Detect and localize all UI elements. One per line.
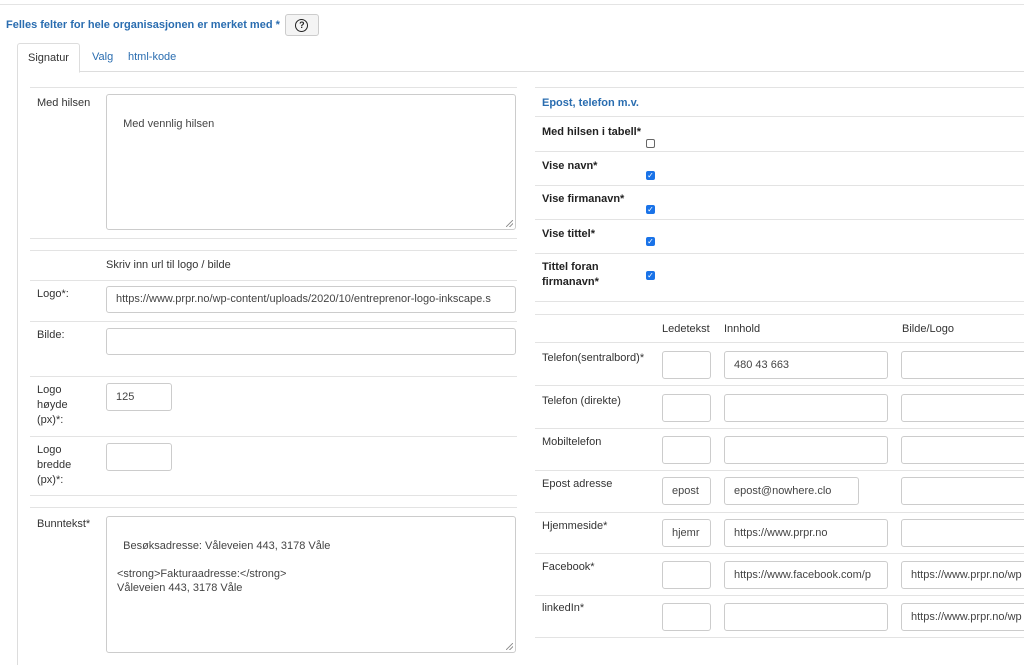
divider <box>30 321 517 322</box>
logo-height-input[interactable]: 125 <box>106 383 172 411</box>
image-label: Bilde: <box>37 329 65 341</box>
contact-prompt-input[interactable]: hjemr <box>662 519 711 547</box>
contact-image-input[interactable]: https://www.prpr.no/wp <box>901 561 1024 589</box>
divider <box>535 87 1024 88</box>
top-divider <box>0 4 1024 5</box>
logo-label: Logo*: <box>37 288 69 300</box>
greeting-value: Med vennlig hilsen <box>123 118 215 130</box>
option-label: Vise tittel* <box>542 228 595 240</box>
column-header-image: Bilde/Logo <box>902 323 954 335</box>
divider <box>30 280 517 281</box>
option-checkbox[interactable]: ✓ <box>646 237 655 246</box>
contact-content-input[interactable]: https://www.prpr.no <box>724 519 888 547</box>
divider <box>535 151 1024 152</box>
divider <box>30 507 517 508</box>
divider <box>535 512 1024 513</box>
question-icon: ? <box>295 18 309 32</box>
contact-content-input[interactable] <box>724 394 888 422</box>
contact-label: Epost adresse <box>542 478 613 490</box>
footer-textarea[interactable]: Besøksadresse: Våleveien 443, 3178 Våle … <box>106 516 516 653</box>
option-label: Vise firmanavn* <box>542 193 625 205</box>
divider <box>535 637 1024 638</box>
resize-grip-icon[interactable] <box>506 643 513 650</box>
panel-border <box>17 71 18 665</box>
contact-label: Mobiltelefon <box>542 436 602 448</box>
option-label: Tittel foran firmanavn* <box>542 261 599 288</box>
logo-url-input[interactable]: https://www.prpr.no/wp-content/uploads/2… <box>106 286 516 313</box>
logo-height-label: Logo høyde (px)*: <box>37 384 68 426</box>
option-checkbox[interactable]: ✓ <box>646 271 655 280</box>
greeting-label: Med hilsen <box>37 97 91 109</box>
resize-grip-icon[interactable] <box>506 220 513 227</box>
logo-width-input[interactable] <box>106 443 172 471</box>
divider <box>535 116 1024 117</box>
divider <box>30 376 517 377</box>
option-label: Vise navn* <box>542 160 598 172</box>
contact-prompt-input[interactable]: epost <box>662 477 711 505</box>
divider <box>535 595 1024 596</box>
section-title: Epost, telefon m.v. <box>542 97 639 109</box>
page-header: Felles felter for hele organisasjonen er… <box>6 14 319 36</box>
option-checkbox[interactable]: ✓ <box>646 171 655 180</box>
contact-content-input[interactable]: 480 43 663 <box>724 351 888 379</box>
contact-image-input[interactable] <box>901 394 1024 422</box>
divider <box>30 250 517 251</box>
contact-prompt-input[interactable] <box>662 561 711 589</box>
footer-value: Besøksadresse: Våleveien 443, 3178 Våle … <box>117 540 331 594</box>
option-label: Med hilsen i tabell* <box>542 126 642 138</box>
contact-content-input[interactable]: https://www.facebook.com/p <box>724 561 888 589</box>
contact-image-input[interactable] <box>901 436 1024 464</box>
column-header-prompt: Ledetekst <box>662 323 710 335</box>
divider <box>535 553 1024 554</box>
contact-content-input[interactable] <box>724 436 888 464</box>
divider <box>535 253 1024 254</box>
logo-width-label: Logo bredde (px)*: <box>37 444 72 486</box>
divider <box>535 385 1024 386</box>
greeting-textarea[interactable]: Med vennlig hilsen <box>106 94 516 230</box>
footer-label: Bunntekst* <box>37 518 91 530</box>
divider <box>535 470 1024 471</box>
divider <box>535 185 1024 186</box>
divider <box>30 436 517 437</box>
contact-label: Telefon (direkte) <box>542 395 621 407</box>
divider <box>30 238 517 239</box>
divider <box>535 342 1024 343</box>
divider <box>535 301 1024 302</box>
divider <box>30 495 517 496</box>
contact-content-input[interactable]: epost@nowhere.clo <box>724 477 859 505</box>
contact-label: Facebook* <box>542 561 595 573</box>
contact-image-input[interactable] <box>901 477 1024 505</box>
help-button[interactable]: ? <box>284 14 319 36</box>
contact-prompt-input[interactable] <box>662 394 711 422</box>
contact-image-input[interactable] <box>901 351 1024 379</box>
contact-label: Telefon(sentralbord)* <box>542 352 645 364</box>
image-url-input[interactable] <box>106 328 516 355</box>
page-title: Felles felter for hele organisasjonen er… <box>6 19 280 31</box>
divider <box>30 87 517 88</box>
logo-hint: Skriv inn url til logo / bilde <box>106 259 231 271</box>
contact-prompt-input[interactable] <box>662 603 711 631</box>
tab-bar: Signatur Valg html-kode <box>17 43 1024 73</box>
contact-prompt-input[interactable] <box>662 436 711 464</box>
divider <box>535 314 1024 315</box>
column-header-content: Innhold <box>724 323 761 335</box>
contact-image-input[interactable]: https://www.prpr.no/wp <box>901 603 1024 631</box>
divider <box>535 428 1024 429</box>
contact-prompt-input[interactable] <box>662 351 711 379</box>
contact-content-input[interactable] <box>724 603 888 631</box>
contact-label: Hjemmeside* <box>542 520 608 532</box>
tab-signatur[interactable]: Signatur <box>17 43 80 73</box>
option-checkbox[interactable]: ✓ <box>646 205 655 214</box>
option-checkbox[interactable] <box>646 139 655 148</box>
contact-label: linkedIn* <box>542 602 585 614</box>
tab-html-kode[interactable]: html-kode <box>118 43 186 70</box>
divider <box>535 219 1024 220</box>
contact-image-input[interactable] <box>901 519 1024 547</box>
